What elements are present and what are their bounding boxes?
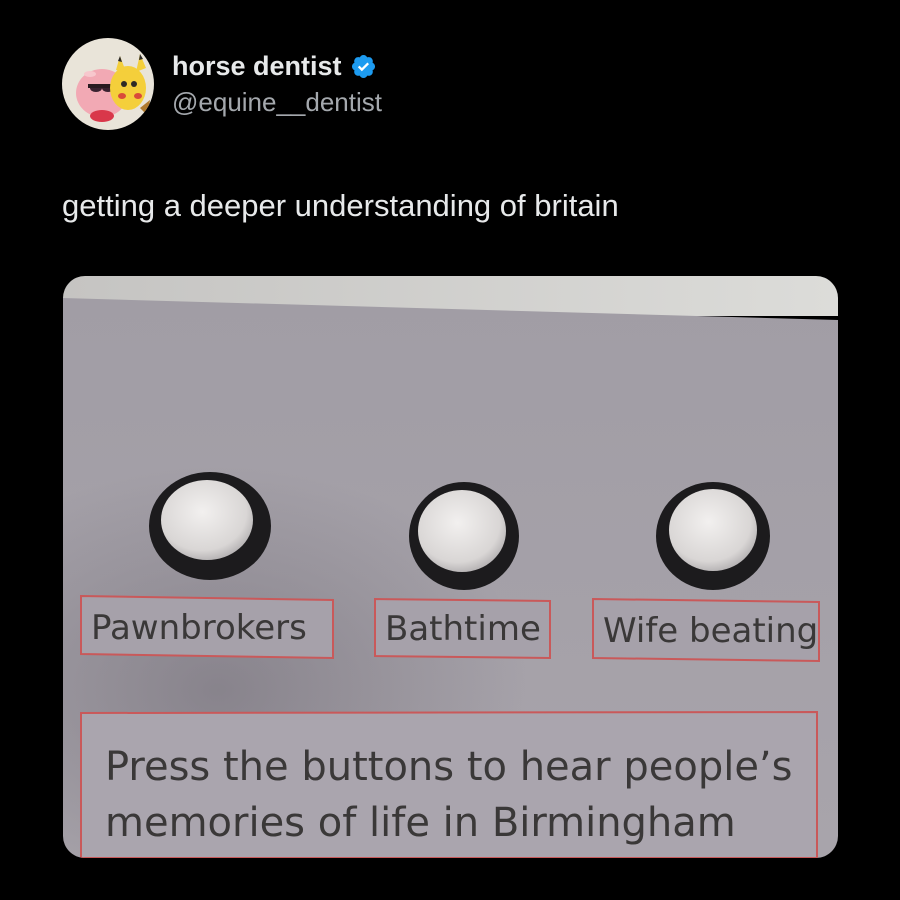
exhibit-button-pawnbrokers[interactable] <box>149 472 271 580</box>
name-block: horse dentist @equine__dentist <box>172 49 382 119</box>
button-label-box-1: Pawnbrokers <box>80 594 334 660</box>
tweet-text: getting a deeper understanding of britai… <box>62 188 619 223</box>
photo-canvas: Pawnbrokers Bathtime Wife beating Press … <box>63 276 838 858</box>
button-label-bathtime: Bathtime <box>385 609 541 649</box>
verified-badge-icon <box>351 54 375 78</box>
avatar[interactable] <box>62 38 154 130</box>
button-label-box-2: Bathtime <box>374 597 551 660</box>
profile-avatar-icon <box>62 38 154 130</box>
display-name[interactable]: horse dentist <box>172 49 342 83</box>
instruction-line-2: memories of life in Birmingham <box>105 800 736 846</box>
tweet-header: horse dentist @equine__dentist <box>62 38 382 130</box>
instruction-box: Press the buttons to hear people’s memor… <box>80 710 818 858</box>
display-name-row: horse dentist <box>172 49 382 83</box>
exhibit-button-bathtime[interactable] <box>409 482 519 590</box>
button-label-box-3: Wife beating <box>592 597 820 663</box>
button-label-wife-beating: Wife beating <box>603 611 818 651</box>
button-label-pawnbrokers: Pawnbrokers <box>91 608 307 648</box>
tweet-photo[interactable]: Pawnbrokers Bathtime Wife beating Press … <box>63 276 838 858</box>
exhibit-button-wife-beating[interactable] <box>656 482 770 590</box>
user-handle[interactable]: @equine__dentist <box>172 85 382 119</box>
instruction-line-1: Press the buttons to hear people’s <box>105 744 792 790</box>
